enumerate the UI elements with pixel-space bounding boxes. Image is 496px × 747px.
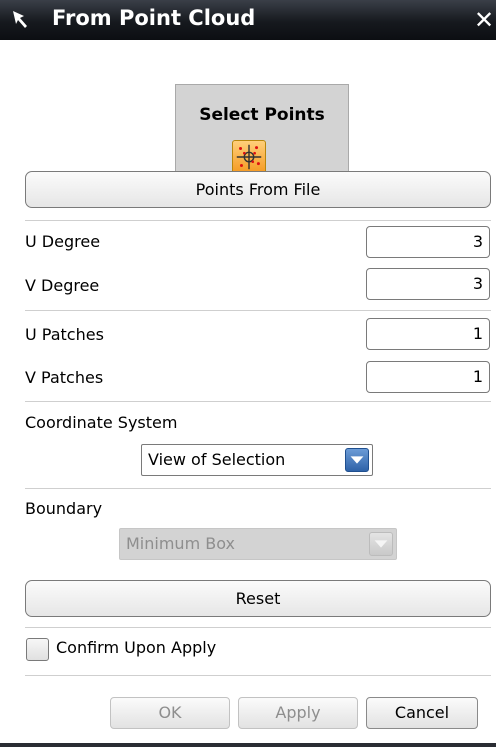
u-patches-label: U Patches (25, 325, 104, 344)
confirm-upon-apply-checkbox[interactable] (26, 638, 49, 661)
v-patches-label: V Patches (25, 368, 104, 387)
chevron-down-icon[interactable] (345, 448, 369, 472)
ok-button[interactable]: OK (110, 697, 230, 729)
points-from-file-button[interactable]: Points From File (25, 171, 491, 208)
divider (25, 627, 491, 628)
divider (25, 488, 491, 489)
v-patches-input[interactable]: 1 (366, 361, 490, 393)
coordinate-system-value: View of Selection (148, 450, 286, 469)
dialog-body: Select Points Points From File U Degree … (0, 40, 496, 747)
u-degree-label: U Degree (25, 232, 101, 251)
divider (25, 675, 491, 676)
coordinate-system-label: Coordinate System (25, 413, 178, 432)
boundary-dropdown: Minimum Box (119, 528, 397, 560)
boundary-label: Boundary (25, 499, 103, 518)
point-cloud-select-icon[interactable] (232, 140, 266, 174)
u-degree-input[interactable]: 3 (366, 226, 490, 258)
close-icon[interactable]: ✕ (474, 5, 496, 35)
title-bar: From Point Cloud ✕ (0, 0, 496, 40)
window-bottom-border (0, 743, 496, 747)
divider (25, 401, 491, 402)
chevron-down-icon (369, 532, 393, 556)
select-points-label: Select Points (199, 105, 325, 125)
confirm-upon-apply-label: Confirm Upon Apply (56, 638, 217, 657)
u-patches-input[interactable]: 1 (366, 318, 490, 350)
selection-arrow-icon (13, 11, 27, 28)
window-title: From Point Cloud (52, 6, 256, 30)
v-degree-input[interactable]: 3 (366, 268, 490, 300)
divider (25, 220, 491, 221)
divider (25, 310, 491, 311)
apply-button[interactable]: Apply (238, 697, 358, 729)
coordinate-system-dropdown[interactable]: View of Selection (141, 444, 373, 476)
boundary-value: Minimum Box (126, 534, 235, 553)
cancel-button[interactable]: Cancel (366, 697, 478, 729)
v-degree-label: V Degree (25, 276, 100, 295)
reset-button[interactable]: Reset (25, 580, 491, 617)
